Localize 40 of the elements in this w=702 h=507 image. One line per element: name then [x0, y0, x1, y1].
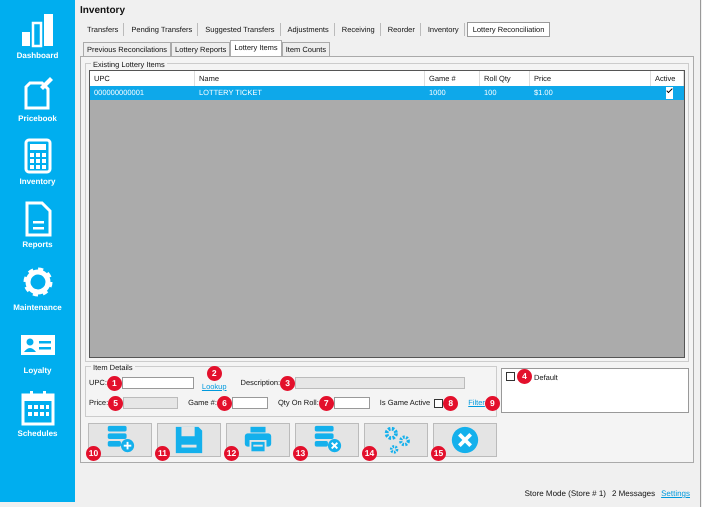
checkbox[interactable] [506, 372, 515, 381]
number-marker: 8 [443, 396, 458, 410]
number-marker: 4 [517, 369, 532, 384]
input-field[interactable] [232, 397, 268, 409]
number-marker: 12 [224, 446, 239, 461]
close-icon [449, 424, 481, 456]
status-text: 2 Messages [612, 488, 656, 500]
number-marker: 3 [280, 376, 296, 390]
page-title: Inventory [80, 4, 126, 18]
number-marker: 6 [216, 396, 232, 410]
number-marker: 2 [206, 366, 222, 381]
sidebar-label: Loyalty [23, 365, 52, 377]
save-button[interactable] [157, 423, 221, 457]
delete-button[interactable] [295, 423, 359, 457]
bar-chart-icon [20, 12, 56, 48]
sidebar-label: Reports [22, 239, 53, 251]
sidebar-label: Maintenance [13, 302, 62, 314]
sidebar-label: Dashboard [16, 50, 58, 62]
calendar-icon [20, 390, 56, 426]
number-marker: 10 [86, 446, 101, 461]
number-marker: 5 [108, 396, 124, 410]
number-marker: 13 [293, 446, 308, 461]
number-marker: 11 [155, 446, 170, 461]
close-button[interactable] [433, 423, 497, 457]
input-field[interactable] [122, 377, 194, 389]
number-marker: 14 [362, 446, 377, 461]
input-field[interactable] [334, 397, 370, 409]
number-marker: 15 [431, 446, 446, 461]
number-marker: 1 [106, 376, 122, 390]
sidebar-label: Pricebook [18, 113, 57, 125]
sidebar-label: Inventory [19, 176, 56, 188]
print-button[interactable] [226, 423, 290, 457]
checkbox[interactable] [434, 398, 444, 408]
checkbox[interactable] [664, 86, 674, 100]
settings-button[interactable] [364, 423, 428, 457]
sidebar-label: Schedules [17, 428, 58, 440]
status-text: Store Mode (Store # 1) [524, 488, 606, 500]
add-button[interactable] [88, 423, 152, 457]
number-marker: 7 [318, 396, 334, 410]
number-marker: 9 [484, 396, 500, 410]
